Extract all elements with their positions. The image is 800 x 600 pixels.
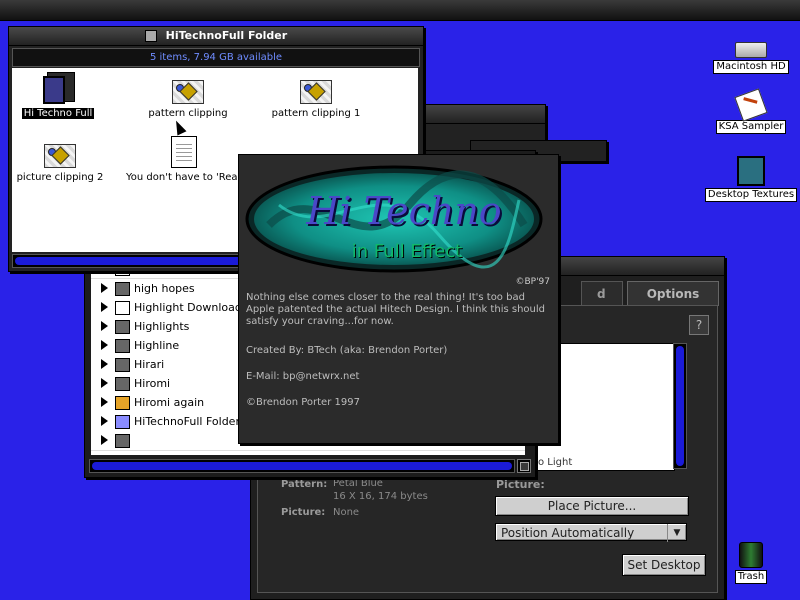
window-title: HiTechnoFull Folder: [165, 29, 288, 42]
desktop-icon-label: Trash: [734, 570, 768, 584]
item-label: picture clipping 2: [16, 172, 104, 183]
desktop-icon-trash[interactable]: Trash: [703, 542, 799, 584]
app-item-hi-techno-full[interactable]: Hi Techno Full: [0, 72, 118, 119]
clipping-item[interactable]: picture clipping 2: [0, 144, 120, 183]
logo-copyright-mark: ©BP'97: [515, 277, 550, 287]
tab-partial[interactable]: d: [581, 281, 623, 305]
clipping-item[interactable]: pattern clipping 1: [256, 80, 376, 119]
file-icon: [115, 282, 130, 296]
pattern-name: Petal Blue: [333, 478, 383, 489]
status-text: 5 items, 7.94 GB available: [149, 52, 283, 63]
cursor-arrow-icon: [171, 118, 187, 136]
picture-label: Picture:: [281, 507, 326, 518]
about-email: E-Mail: bp@netwrx.net: [246, 371, 360, 382]
folder-icon: [737, 156, 765, 186]
file-icon: [115, 434, 130, 448]
menu-bar[interactable]: [0, 0, 800, 21]
file-icon: [115, 396, 130, 410]
about-box: Hi Techno in Full Effect ©BP'97 Nothing …: [238, 154, 559, 444]
file-icon: [115, 358, 130, 372]
window-titlebar[interactable]: HiTechnoFull Folder: [9, 27, 423, 46]
desktop-icon-ksa-sampler[interactable]: KSA Sampler: [703, 88, 799, 134]
clipping-item[interactable]: pattern clipping: [128, 80, 248, 119]
document-item[interactable]: You don't have to 'ReadM: [124, 136, 253, 183]
about-copyright: ©Brendon Porter 1997: [246, 397, 360, 408]
logo-subtitle: in Full Effect: [351, 241, 463, 262]
item-label: pattern clipping: [148, 108, 228, 119]
status-bar: 5 items, 7.94 GB available: [12, 48, 420, 67]
desktop-icon-desktop-textures[interactable]: Desktop Textures: [703, 156, 799, 202]
desktop-icon-label: Macintosh HD: [713, 60, 789, 74]
desktop-icon-label: KSA Sampler: [715, 120, 787, 134]
file-icon: [115, 320, 130, 334]
list-horizontal-scrollbar[interactable]: [89, 459, 515, 473]
clipping-icon: [44, 144, 76, 168]
place-picture-button[interactable]: Place Picture...: [495, 496, 689, 516]
logo-title: Hi Techno: [306, 189, 502, 233]
desktop-icon-label: Desktop Textures: [704, 188, 798, 202]
folder-icon: [115, 415, 130, 429]
document-icon: [171, 136, 197, 168]
set-desktop-button[interactable]: Set Desktop: [622, 554, 706, 576]
item-label: You don't have to 'ReadM: [126, 172, 253, 183]
tab-partial-label: d: [597, 287, 606, 301]
resize-handle[interactable]: [517, 459, 531, 473]
tab-options[interactable]: Options: [627, 281, 719, 306]
item-label: pattern clipping 1: [271, 108, 361, 119]
item-label: Hi Techno Full: [21, 108, 95, 119]
preview-scrollbar[interactable]: [673, 343, 687, 469]
picture-heading: Picture:: [496, 478, 545, 491]
about-description: Nothing else comes closer to the real th…: [246, 292, 545, 327]
about-created-by: Created By: BTech (aka: Brendon Porter): [246, 345, 448, 356]
window-titlebar[interactable]: [420, 105, 545, 124]
clipping-icon: [172, 80, 204, 104]
paint-document-icon: [734, 88, 768, 122]
trash-icon: [739, 542, 763, 568]
clipping-icon: [300, 80, 332, 104]
file-icon: [115, 301, 130, 315]
desktop-icon-macintosh-hd[interactable]: Macintosh HD: [703, 42, 799, 74]
help-icon: ?: [695, 318, 703, 332]
picture-value: None: [333, 507, 360, 518]
tab-options-label: Options: [646, 287, 700, 301]
help-button[interactable]: ?: [689, 315, 709, 335]
folder-window-icon: [144, 30, 157, 42]
hard-drive-icon: [735, 42, 767, 58]
pattern-size: 16 X 16, 174 bytes: [333, 491, 428, 502]
file-icon: [115, 339, 130, 353]
preview-caption: o Light: [538, 457, 573, 468]
file-icon: [115, 377, 130, 391]
position-select[interactable]: Position Automatically ▼: [495, 523, 687, 542]
application-icon: [43, 72, 75, 104]
chevron-down-icon: ▼: [667, 524, 686, 542]
pattern-label: Pattern:: [281, 479, 328, 490]
